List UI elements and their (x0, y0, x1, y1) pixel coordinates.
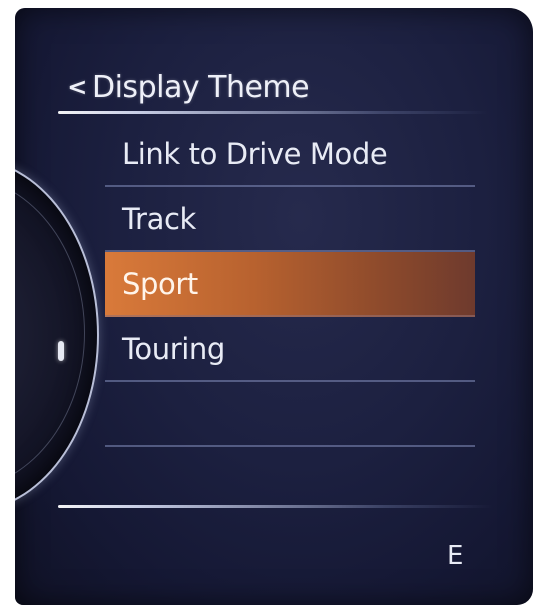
menu-item-label: Track (122, 201, 196, 236)
menu-item-track[interactable]: Track (105, 187, 475, 252)
footer-divider (58, 505, 493, 508)
menu-header[interactable]: < Display Theme (64, 64, 309, 110)
menu-item-touring[interactable]: Touring (105, 317, 475, 382)
menu-item-label: Touring (122, 331, 225, 366)
menu-item-label: Link to Drive Mode (122, 136, 388, 171)
photo-frame: < Display Theme Link to Drive Mode Track… (0, 0, 541, 611)
menu-item-sport[interactable]: Sport (105, 252, 475, 317)
fuel-empty-indicator: E (447, 541, 464, 571)
menu-item-link-to-drive-mode[interactable]: Link to Drive Mode (105, 122, 475, 187)
header-divider (58, 111, 488, 114)
gauge-needle-marker (58, 341, 64, 361)
menu-title: Display Theme (92, 69, 310, 105)
menu-item-empty (105, 382, 475, 447)
chevron-left-icon[interactable]: < (64, 73, 90, 101)
menu-item-label: Sport (122, 266, 198, 301)
display-theme-menu: Link to Drive Mode Track Sport Touring (105, 122, 475, 512)
menu-item-empty (105, 447, 475, 512)
